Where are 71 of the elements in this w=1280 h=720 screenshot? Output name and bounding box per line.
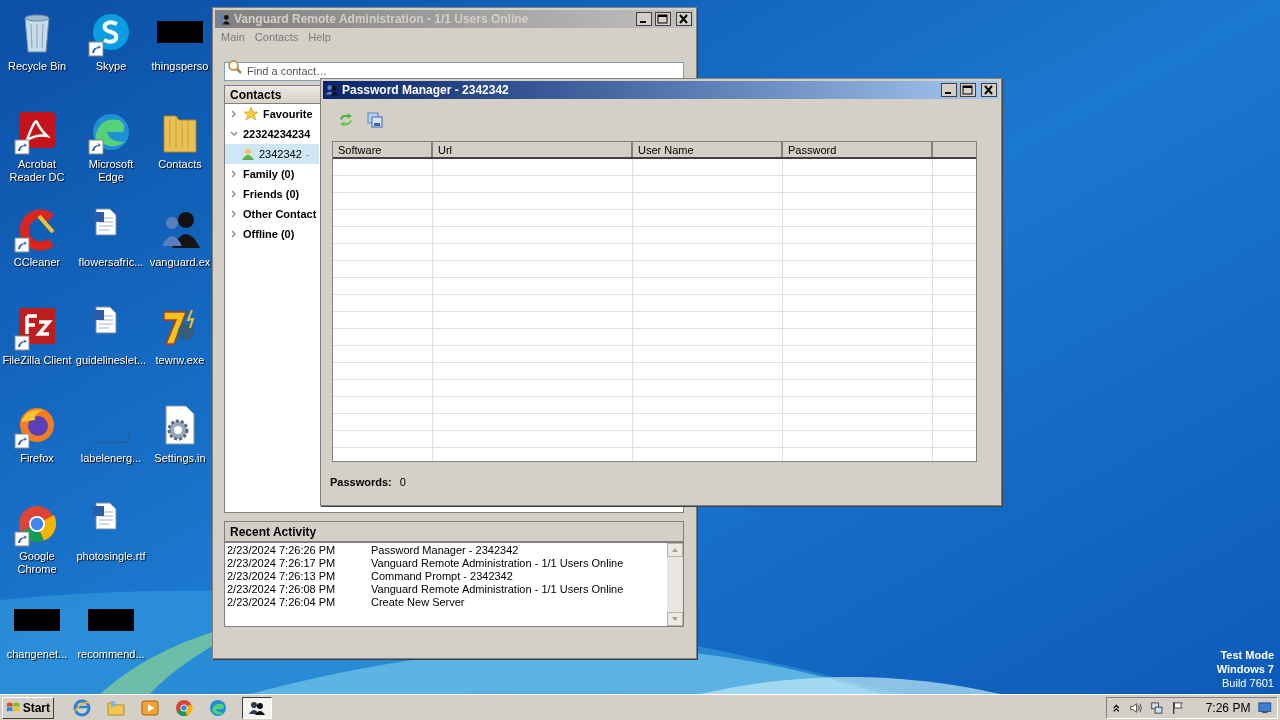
icon-label[interactable]: Settings.in <box>148 452 212 465</box>
column-header[interactable]: User Name <box>633 142 783 157</box>
os-notice-text: Windows 7 <box>1216 662 1274 676</box>
icon-label[interactable]: Skype <box>75 60 147 73</box>
icon-label[interactable]: flowersafric... <box>75 256 147 269</box>
icon-label[interactable]: photosingle.rtf <box>75 550 147 563</box>
group-label[interactable]: 22324234234 <box>243 125 311 143</box>
close-button[interactable] <box>981 83 997 97</box>
icon-label[interactable]: Recycle Bin <box>1 60 73 73</box>
activity-time: 2/23/2024 7:26:13 PM <box>227 570 337 583</box>
network-icon[interactable] <box>1150 699 1164 716</box>
icon-label[interactable]: vanguard.ex <box>148 256 212 269</box>
activity-event: Create New Server <box>371 596 465 609</box>
contact-name: 2342342 <box>259 146 302 162</box>
group-label[interactable]: Other Contact <box>243 205 317 223</box>
icon-label[interactable]: Firefox <box>1 452 73 465</box>
users-icon <box>217 12 231 26</box>
chrome-icon[interactable] <box>174 697 194 718</box>
os-notice-text: Test Mode <box>1220 648 1274 662</box>
group-label[interactable]: Friends (0) <box>243 185 300 203</box>
icon-label[interactable]: changenet... <box>1 648 73 661</box>
media-player-icon[interactable] <box>140 697 160 718</box>
star-icon <box>243 106 259 122</box>
users-icon <box>325 83 339 97</box>
icon-label[interactable]: CCleaner <box>1 256 73 269</box>
icon-label[interactable]: tewrw.exe <box>148 354 212 367</box>
panel-header: Recent Activity <box>225 522 683 543</box>
count-label: Passwords: <box>330 475 392 490</box>
os-notice-text: Build 7601 <box>1222 676 1274 690</box>
column-header[interactable]: Url <box>433 142 633 157</box>
search-icon <box>227 59 243 75</box>
activity-time: 2/23/2024 7:26:04 PM <box>227 596 337 609</box>
icon-label[interactable]: Acrobat Reader DC <box>1 158 73 184</box>
activity-event: Password Manager - 2342342 <box>371 544 519 557</box>
group-label[interactable]: Family (0) <box>243 165 295 183</box>
group-label[interactable]: Offline (0) <box>243 225 295 243</box>
activity-time: 2/23/2024 7:26:17 PM <box>227 557 337 570</box>
contact-status: - <box>305 146 310 162</box>
group-label[interactable]: Favourite <box>263 105 313 123</box>
activity-time: 2/23/2024 7:26:08 PM <box>227 583 337 596</box>
icon-label[interactable]: Microsoft Edge <box>75 158 147 184</box>
maximize-button[interactable] <box>655 12 671 26</box>
minimize-button[interactable] <box>636 12 652 26</box>
icon-label[interactable]: thingsperso <box>148 60 212 73</box>
activity-event: Command Prompt - 2342342 <box>371 570 513 583</box>
search-input[interactable]: Find a contact… <box>224 61 684 81</box>
clock[interactable]: 7:26 PM <box>1205 698 1251 717</box>
column-header[interactable]: Password <box>783 142 933 157</box>
icon-label[interactable]: recommend... <box>75 648 147 661</box>
column-header[interactable]: Software <box>333 142 433 157</box>
browser-icon[interactable] <box>72 697 92 718</box>
maximize-button[interactable] <box>960 83 976 97</box>
icon-label[interactable]: Google Chrome <box>1 550 73 576</box>
contact-row[interactable]: 2342342 - <box>225 144 319 164</box>
icon-label[interactable]: FileZilla Client <box>1 354 73 367</box>
icon-label[interactable]: labelenerg... <box>75 452 147 465</box>
taskbar-button[interactable] <box>242 696 272 719</box>
start-button[interactable]: Start <box>2 696 54 719</box>
copy-icon[interactable] <box>367 112 383 128</box>
password-count: 0 <box>399 475 406 490</box>
user-icon <box>241 147 255 161</box>
activity-event: Vanguard Remote Administration - 1/1 Users Online <box>371 557 624 570</box>
close-button[interactable] <box>676 12 692 26</box>
show-desktop-icon[interactable] <box>1258 700 1272 715</box>
activity-time: 2/23/2024 7:26:26 PM <box>227 544 337 557</box>
activity-event: Vanguard Remote Administration - 1/1 Users Online <box>371 583 624 596</box>
icon-label[interactable]: Contacts <box>148 158 212 171</box>
users-icon <box>248 699 266 716</box>
flag-icon[interactable] <box>1171 699 1184 716</box>
minimize-button[interactable] <box>941 83 957 97</box>
icon-label[interactable]: guidelineslet... <box>75 354 147 367</box>
